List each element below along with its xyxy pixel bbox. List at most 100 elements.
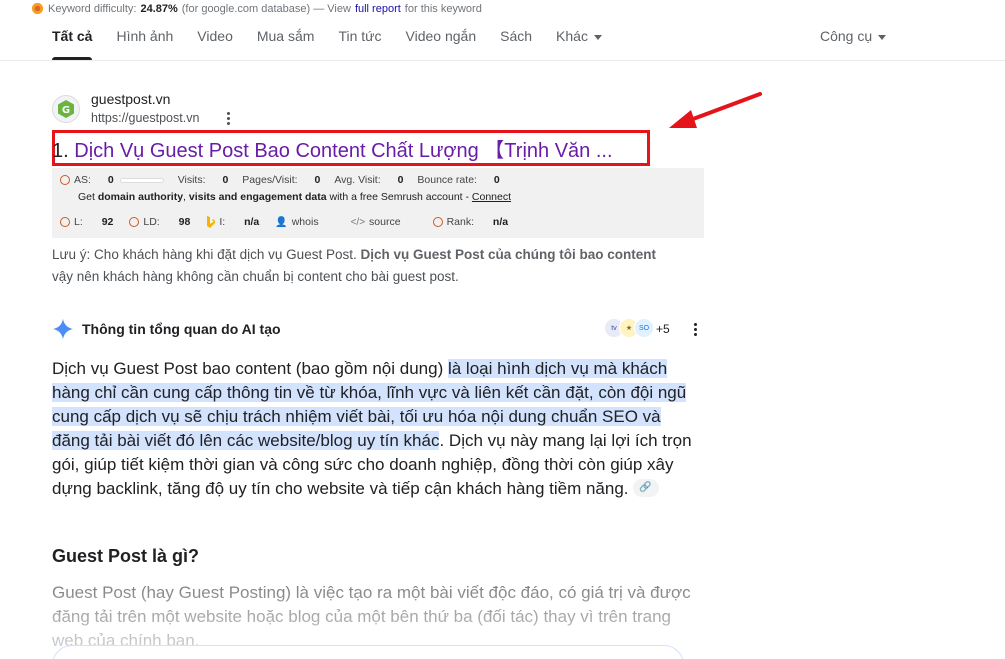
rank-value: n/a <box>492 216 509 228</box>
site-name[interactable]: guestpost.vn <box>91 91 170 107</box>
chevron-down-icon <box>878 34 887 40</box>
ld-metric: LD: 98 <box>129 216 190 228</box>
semrush-traffic-row: AS: 0 Visits: 0 Pages/Visit: 0 Avg. Visi… <box>60 174 514 186</box>
promo-bold: domain authority <box>97 191 184 203</box>
tab-short-videos[interactable]: Video ngắn <box>406 28 477 60</box>
kd-suffix: for this keyword <box>404 2 482 15</box>
tab-shopping[interactable]: Mua sắm <box>257 28 315 60</box>
visits-value: 0 <box>222 174 229 186</box>
referring-domains-icon <box>129 217 140 227</box>
guestpost-logo-icon: G <box>58 100 74 118</box>
ai-more-options-icon[interactable] <box>691 322 699 336</box>
tab-videos[interactable]: Video <box>197 28 233 60</box>
visits-metric: Visits: 0 <box>178 174 229 186</box>
result-number: 1. <box>52 140 69 162</box>
l-metric: L: 92 <box>60 216 113 228</box>
semrush-icon <box>31 2 44 15</box>
bounce-metric: Bounce rate: 0 <box>417 174 499 186</box>
gemini-sparkle-icon <box>52 318 74 340</box>
result-snippet: Lưu ý: Cho khách hàng khi đặt dịch vụ Gu… <box>52 244 692 288</box>
tab-more[interactable]: Khác <box>556 28 602 60</box>
kd-label: Keyword difficulty: <box>48 2 137 15</box>
avg-visit-metric: Avg. Visit: 0 <box>334 174 403 186</box>
as-label: AS: <box>74 174 91 186</box>
red-arrow-annotation <box>669 92 762 128</box>
whois-link[interactable]: 👤 whois <box>275 216 334 228</box>
promo-text: Get <box>78 191 95 203</box>
ai-section-paragraph: Guest Post (hay Guest Posting) là việc t… <box>52 583 691 650</box>
rank-metric: Rank: n/a <box>432 216 509 228</box>
bounce-value: 0 <box>493 174 500 186</box>
ai-overview-paragraph: Dịch vụ Guest Post bao content (bao gồm … <box>52 357 692 501</box>
site-favicon-icon[interactable]: G <box>52 95 80 123</box>
rank-label: Rank: <box>446 216 474 228</box>
pages-value: 0 <box>314 174 321 186</box>
site-url[interactable]: https://guestpost.vn <box>91 111 199 125</box>
semrush-metrics-panel: AS: 0 Visits: 0 Pages/Visit: 0 Avg. Visi… <box>52 168 704 238</box>
tab-label: Video ngắn <box>405 28 477 44</box>
tab-books[interactable]: Sách <box>500 28 532 60</box>
ld-label: LD: <box>143 216 160 228</box>
ai-overview-title: Thông tin tổng quan do AI tạo <box>82 321 281 337</box>
code-icon: </> <box>350 216 366 228</box>
visits-label: Visits: <box>177 174 206 186</box>
as-metric: AS: 0 <box>60 174 164 186</box>
tab-label: Tất cả <box>52 28 93 44</box>
keyword-difficulty-line: Keyword difficulty: 24.87% (for google.c… <box>31 2 482 15</box>
ai-text: Dịch vụ Guest Post bao content (bao gồm … <box>52 359 448 378</box>
full-report-link[interactable]: full report <box>355 3 401 15</box>
result-title-link[interactable]: 1. Dịch Vụ Guest Post Bao Content Chất L… <box>52 134 613 163</box>
l-label: L: <box>74 216 83 228</box>
tab-label: Tin tức <box>338 28 382 44</box>
rank-icon <box>432 217 443 227</box>
l-value: 92 <box>101 216 114 228</box>
show-more-button[interactable] <box>52 645 684 659</box>
tab-all[interactable]: Tất cả <box>52 28 93 60</box>
i-label: I: <box>219 216 226 228</box>
bounce-label: Bounce rate: <box>417 174 477 186</box>
snippet-text: vậy nên khách hàng không cần chuẩn bị co… <box>52 269 459 284</box>
i-value: n/a <box>244 216 260 228</box>
as-value: 0 <box>107 174 114 186</box>
tab-news[interactable]: Tin tức <box>338 28 381 60</box>
bing-icon <box>207 216 216 228</box>
promo-text: with a free Semrush account - <box>329 191 469 203</box>
svg-text:G: G <box>62 105 70 116</box>
source-link[interactable]: </> source <box>351 216 417 228</box>
source-label: source <box>369 216 401 228</box>
semrush-promo: Get domain authority, visits and engagem… <box>78 191 511 203</box>
connect-link[interactable]: Connect <box>472 191 511 203</box>
tools-label: Công cụ <box>820 28 873 44</box>
tab-label: Video <box>197 28 233 44</box>
promo-comma: , <box>183 191 186 203</box>
result-more-options-icon[interactable] <box>224 111 232 125</box>
ai-section-heading: Guest Post là gì? <box>52 546 200 566</box>
as-progress-bar <box>119 177 164 183</box>
pages-label: Pages/Visit: <box>242 174 298 186</box>
tab-label: Khác <box>556 28 588 44</box>
pages-metric: Pages/Visit: 0 <box>242 174 320 186</box>
snippet-bold: Dịch vụ Guest Post của chúng tôi bao con… <box>360 247 657 262</box>
avg-value: 0 <box>397 174 404 186</box>
ld-value: 98 <box>178 216 191 228</box>
link-icon[interactable]: 🔗 <box>632 478 659 497</box>
more-sources-count[interactable]: +5 <box>656 322 670 336</box>
search-results-page: Keyword difficulty: 24.87% (for google.c… <box>0 0 1005 659</box>
tab-label: Mua sắm <box>256 28 315 44</box>
kd-value: 24.87% <box>140 2 178 15</box>
source-favicon-icon: SO <box>634 318 654 338</box>
tab-label: Sách <box>500 28 533 44</box>
search-tabs: Tất cả Hình ảnh Video Mua sắm Tin tức Vi… <box>52 28 626 60</box>
tab-images[interactable]: Hình ảnh <box>116 28 173 60</box>
chevron-down-icon <box>593 34 602 40</box>
ai-source-favicons[interactable]: tv ★ SO <box>604 318 654 338</box>
backlinks-icon <box>60 217 70 227</box>
tools-button[interactable]: Công cụ <box>820 28 887 44</box>
ai-overview-header: Thông tin tổng quan do AI tạo <box>52 318 281 340</box>
avg-label: Avg. Visit: <box>334 174 381 186</box>
i-metric: I: n/a <box>206 216 259 228</box>
kd-note: (for google.com database) — View <box>181 2 351 15</box>
result-title: Dịch Vụ Guest Post Bao Content Chất Lượn… <box>74 140 613 162</box>
whois-label: whois <box>291 216 319 228</box>
authority-score-icon <box>60 175 70 186</box>
